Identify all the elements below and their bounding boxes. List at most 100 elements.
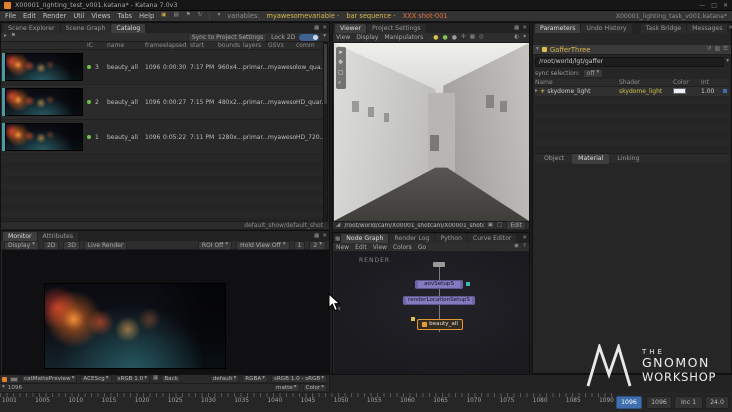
tab-linking[interactable]: Linking [611, 154, 645, 164]
tab-attributes[interactable]: Attributes [37, 232, 79, 241]
timeline-ticks[interactable] [0, 393, 616, 397]
flag-icon[interactable]: ⚑ [186, 13, 191, 19]
nodegraph-menu-item[interactable]: Go [418, 244, 426, 251]
camera-icon[interactable]: ◎ [479, 34, 484, 41]
column-name[interactable]: name [107, 42, 145, 49]
tab-curve-editor[interactable]: Curve Editor [467, 234, 517, 243]
nodegraph-menu-item[interactable]: Colors [393, 244, 412, 251]
tab-render-log[interactable]: Render Log [389, 234, 435, 243]
variable-value-3[interactable]: XXX shot-001 [403, 12, 448, 20]
tab-node-graph[interactable]: Node Graph [341, 234, 389, 243]
tab-task-bridge[interactable]: Task Bridge [640, 24, 687, 33]
rotate-manip-icon[interactable]: ● [443, 34, 448, 41]
edit-button[interactable]: Edit [506, 221, 526, 230]
close-icon[interactable]: ✕ [723, 2, 728, 9]
zoom-tool-icon[interactable]: ⌕ [338, 79, 344, 87]
column-shader[interactable]: Shader [619, 79, 673, 86]
save-icon[interactable]: ▤ [173, 13, 178, 19]
column-start[interactable]: start [190, 42, 218, 49]
lock-icon[interactable]: □ [497, 222, 502, 229]
sync-to-project-settings-button[interactable]: Sync to Project Settings [187, 32, 268, 42]
viewer-menu-item[interactable]: Manipulators [384, 34, 423, 41]
channels-dropdown[interactable]: RGBA ▾ [242, 374, 268, 384]
node-aov-setup[interactable]: aovSetupS [415, 280, 463, 289]
mode-3d-button[interactable]: 3D [63, 240, 80, 250]
sync-selection-value[interactable]: off ▾ [582, 68, 604, 78]
monitor-canvas[interactable] [2, 250, 329, 374]
render-thumbnail[interactable] [5, 53, 83, 81]
look-through-icon[interactable]: ▣ [488, 222, 493, 229]
axis-icon[interactable]: ✛ [461, 34, 466, 41]
menu-item[interactable]: Edit [23, 12, 36, 20]
timeline-labels[interactable]: 1001 1005 1010 1015 1020 1025 1030 1035 1040 1045… [2, 398, 614, 404]
light-intensity[interactable]: 1.00 [701, 88, 723, 95]
pass-dropdown[interactable]: catMattePreview ▾ [21, 374, 78, 384]
colorspace-dropdown[interactable]: ACEScg ▾ [80, 374, 112, 384]
back-button[interactable]: Back [161, 374, 181, 384]
panel-close-icon[interactable]: ✕ [522, 26, 527, 32]
play-icon[interactable]: ▸ [4, 34, 7, 40]
menu-item[interactable]: Render [43, 12, 66, 20]
increment-field[interactable]: Inc 1 [674, 396, 703, 409]
view-slot-1-button[interactable]: 1 [293, 240, 306, 250]
panel-close-icon[interactable]: ✕ [322, 234, 327, 240]
column-comm[interactable]: comm [296, 42, 323, 49]
column-gsvs[interactable]: GSVs [268, 42, 296, 49]
tab-scene-explorer[interactable]: Scene Explorer [3, 24, 60, 33]
tab-monitor[interactable]: Monitor [3, 232, 37, 241]
viewer-menu-item[interactable]: View [336, 34, 350, 41]
catalog-scrollbar[interactable] [323, 42, 328, 221]
bg-swatch[interactable] [10, 376, 18, 382]
menu-item[interactable]: Views [91, 12, 110, 20]
live-render-button[interactable]: Live Render [83, 240, 128, 250]
light-color-swatch[interactable] [673, 87, 686, 94]
viewport-3d[interactable]: ➤ ✥ ▢ ⌕ [334, 43, 529, 221]
hold-view-dropdown[interactable]: Hold View Off ▾ [236, 240, 290, 250]
variable-value-1[interactable]: myawesomevariable - [267, 12, 340, 20]
menu-item[interactable]: Tabs [117, 12, 132, 20]
select-tool-icon[interactable]: ➤ [338, 49, 344, 56]
nodegraph-menu-item[interactable]: View [373, 244, 387, 251]
column-frame[interactable]: frame [145, 42, 163, 49]
open-folder-icon[interactable]: ▣ [161, 13, 166, 19]
render-thumbnail[interactable] [5, 123, 83, 151]
tab-object[interactable]: Object [538, 154, 570, 164]
catalog-row[interactable]: 1 beauty_all 1096 0:05:22 7:11 PM 1280x.… [1, 120, 323, 155]
fps-field[interactable]: 24.0 [705, 396, 729, 409]
grid-icon[interactable]: ▦ [470, 34, 475, 41]
bookmark-icon[interactable]: ⚑ [11, 34, 16, 40]
catalog-row[interactable]: 3 beauty_all 1096 0:00:30 7:17 PM 960x4.… [1, 50, 323, 85]
node-render-location-setup[interactable]: renderLocationSetupS [403, 296, 475, 305]
node-beauty-all[interactable]: beauty_all [417, 319, 463, 330]
nodegraph-menu-item[interactable]: New [336, 244, 349, 251]
mode-2d-button[interactable]: 2D [42, 240, 60, 250]
column-ic[interactable]: IC [87, 42, 107, 49]
column-layers[interactable]: layers [243, 42, 268, 49]
collapse-caret-icon[interactable]: ▾ [536, 46, 539, 53]
lock-2d-toggle[interactable] [299, 33, 320, 41]
dropdown-caret-icon[interactable]: ▾ [323, 34, 326, 40]
panel-close-icon[interactable]: ✕ [522, 236, 527, 242]
display-transform-dropdown[interactable]: sRGB 1.0 - sRGB ▾ [270, 374, 327, 384]
marquee-tool-icon[interactable]: ▢ [338, 69, 344, 76]
hamburger-icon[interactable]: ☰ [723, 46, 728, 53]
tab-undo-history[interactable]: Undo History [581, 24, 632, 33]
roi-dropdown[interactable]: ROI Off ▾ [197, 240, 233, 250]
color-dropdown[interactable]: Color ▾ [302, 383, 327, 393]
dropdown-caret-icon[interactable]: ▾ [2, 385, 5, 391]
viewer-menu-item[interactable]: Display [356, 34, 378, 41]
gaffer-path-field[interactable]: /root/world/lgt/gaffer [535, 57, 725, 67]
panel-menu-icon[interactable]: ▦ [314, 26, 319, 32]
minimize-icon[interactable]: — [699, 2, 705, 9]
move-tool-icon[interactable]: ✥ [338, 59, 344, 66]
panel-close-icon[interactable]: ✕ [322, 26, 327, 32]
current-frame-field[interactable]: 1096 [616, 396, 642, 409]
column-bounds[interactable]: bounds [218, 42, 243, 49]
variables-caret-icon[interactable]: ▾ [217, 13, 220, 19]
out-frame-field[interactable]: 1096 [646, 396, 672, 409]
lighting-mode-icon[interactable]: ◐ [514, 34, 519, 41]
menu-item[interactable]: File [5, 12, 16, 20]
tab-messages[interactable]: Messages [687, 24, 728, 33]
camera-path[interactable]: /root/world/cam/X00001_shotcam/X00001_sh… [344, 223, 483, 229]
light-row-skydome[interactable]: ▸ ☀ skydome_light skydome_light 1.00 [535, 87, 729, 97]
